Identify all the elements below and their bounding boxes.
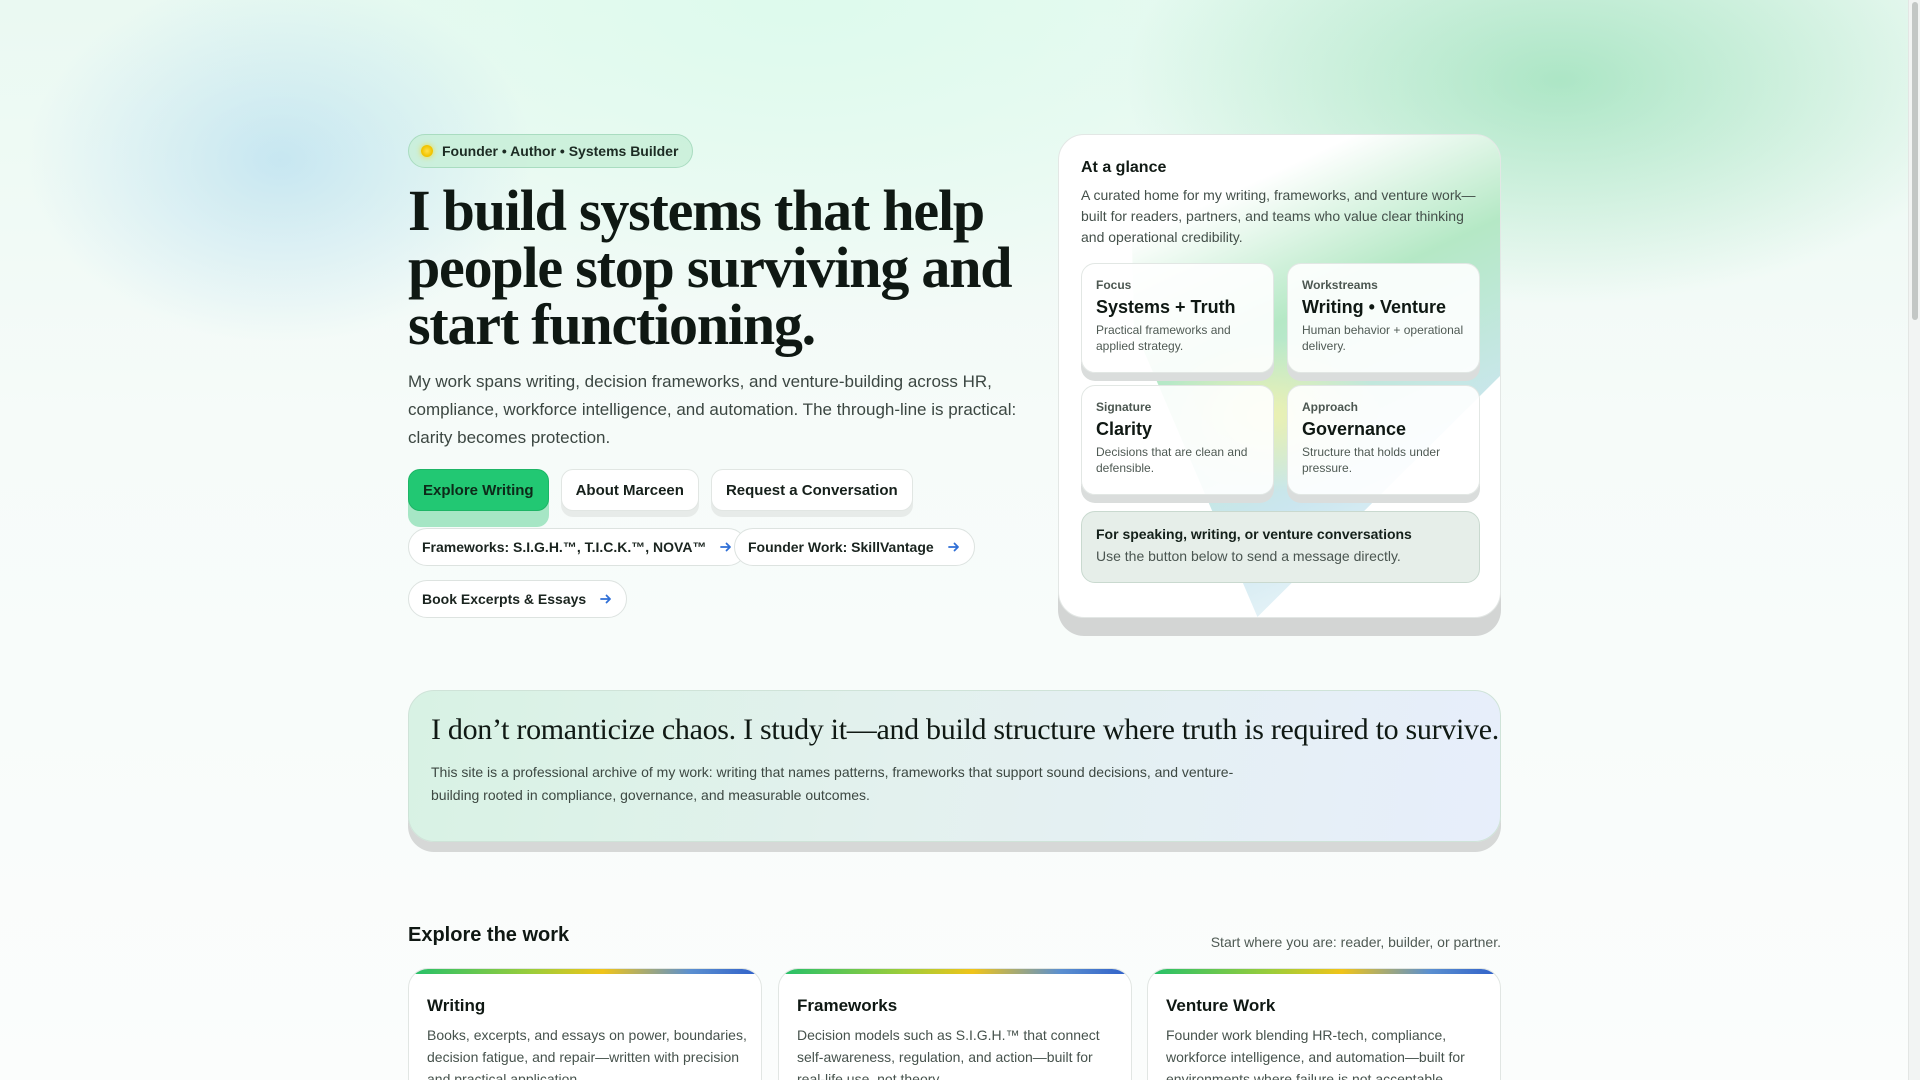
glance-item-sub: Structure that holds under pressure. bbox=[1302, 445, 1441, 475]
at-a-glance-card: At a glance A curated home for my writin… bbox=[1058, 134, 1501, 618]
speaking-callout-title: For speaking, writing, or venture conver… bbox=[1096, 526, 1412, 542]
page: Founder • Author • Systems Builder I bui… bbox=[0, 0, 1920, 1080]
card-accent-bar bbox=[1148, 969, 1500, 974]
speaking-callout: For speaking, writing, or venture conver… bbox=[1081, 511, 1480, 583]
pill-link-book-excerpts[interactable]: Book Excerpts & Essays bbox=[408, 580, 628, 618]
arrow-right-icon bbox=[600, 594, 612, 604]
glance-title: At a glance bbox=[1081, 159, 1167, 176]
explore-section-title: Explore the work bbox=[408, 924, 570, 946]
arrow-right-icon bbox=[947, 542, 959, 552]
card-title: Venture Work bbox=[1166, 996, 1276, 1015]
speaking-callout-sub: Use the button below to send a message d… bbox=[1096, 548, 1401, 564]
explore-writing-button[interactable]: Explore Writing bbox=[408, 469, 549, 511]
page-scrollbar[interactable] bbox=[1908, 0, 1920, 1080]
explore-section-subtitle: Start where you are: reader, builder, or… bbox=[1210, 934, 1501, 950]
manifesto-band: I don’t romanticize chaos. I study it—an… bbox=[408, 690, 1501, 842]
card-description: Founder work blending HR-tech, complianc… bbox=[1166, 1027, 1465, 1080]
pill-link-label: Frameworks: S.I.G.H.™, T.I.C.K.™, NOVA™ bbox=[422, 539, 707, 555]
pill-link-label: Founder Work: SkillVantage bbox=[748, 539, 934, 555]
glance-item-approach: Approach Governance Structure that holds… bbox=[1287, 385, 1480, 495]
arrow-right-icon bbox=[720, 542, 732, 552]
glance-item-label: Workstreams bbox=[1302, 278, 1378, 292]
hero-headline: I build systems that help people stop su… bbox=[408, 178, 1013, 357]
glance-item-label: Signature bbox=[1096, 400, 1152, 414]
glance-item-sub: Decisions that are clean and defensible. bbox=[1096, 445, 1248, 475]
about-button[interactable]: About Marceen bbox=[560, 469, 699, 511]
glance-item-value: Governance bbox=[1302, 419, 1407, 439]
card-description: Books, excerpts, and essays on power, bo… bbox=[427, 1027, 747, 1080]
glance-item-label: Approach bbox=[1302, 400, 1359, 414]
glance-item-label: Focus bbox=[1096, 278, 1132, 292]
card-accent-bar bbox=[779, 969, 1131, 974]
sun-dot-icon bbox=[421, 145, 433, 157]
hero-intro: My work spans writing, decision framewor… bbox=[408, 372, 1017, 447]
glance-description: A curated home for my writing, framework… bbox=[1081, 187, 1476, 245]
glance-item-value: Clarity bbox=[1096, 419, 1153, 439]
glance-item-sub: Human behavior + operational delivery. bbox=[1302, 323, 1464, 353]
card-title: Frameworks bbox=[797, 996, 898, 1015]
pill-link-label: Book Excerpts & Essays bbox=[422, 591, 587, 607]
request-conversation-button[interactable]: Request a Conversation bbox=[710, 469, 913, 511]
glance-item-workstreams: Workstreams Writing • Venture Human beha… bbox=[1287, 263, 1480, 373]
glance-item-focus: Focus Systems + Truth Practical framewor… bbox=[1081, 263, 1274, 373]
role-tagline-text: Founder • Author • Systems Builder bbox=[442, 143, 679, 159]
glance-item-value: Systems + Truth bbox=[1096, 297, 1236, 317]
glance-item-signature: Signature Clarity Decisions that are cle… bbox=[1081, 385, 1274, 495]
pill-link-frameworks[interactable]: Frameworks: S.I.G.H.™, T.I.C.K.™, NOVA™ bbox=[408, 528, 748, 566]
manifesto-quote: I don’t romanticize chaos. I study it—an… bbox=[431, 713, 1499, 746]
pill-link-founder-work[interactable]: Founder Work: SkillVantage bbox=[734, 528, 975, 566]
hero-actions: Explore Writing About Marceen Request a … bbox=[408, 469, 913, 511]
manifesto-body: This site is a professional archive of m… bbox=[431, 764, 1234, 803]
explore-card-writing[interactable]: Writing Books, excerpts, and essays on p… bbox=[408, 968, 762, 1080]
card-title: Writing bbox=[427, 996, 486, 1015]
glance-item-sub: Practical frameworks and applied strateg… bbox=[1096, 323, 1231, 353]
explore-card-venture-work[interactable]: Venture Work Founder work blending HR-te… bbox=[1147, 968, 1501, 1080]
explore-card-frameworks[interactable]: Frameworks Decision models such as S.I.G… bbox=[778, 968, 1132, 1080]
glance-item-value: Writing • Venture bbox=[1302, 297, 1446, 317]
scrollbar-thumb[interactable] bbox=[1912, 2, 1918, 320]
card-accent-bar bbox=[409, 969, 761, 974]
role-tagline: Founder • Author • Systems Builder bbox=[408, 134, 694, 168]
card-description: Decision models such as S.I.G.H.™ that c… bbox=[797, 1027, 1100, 1080]
